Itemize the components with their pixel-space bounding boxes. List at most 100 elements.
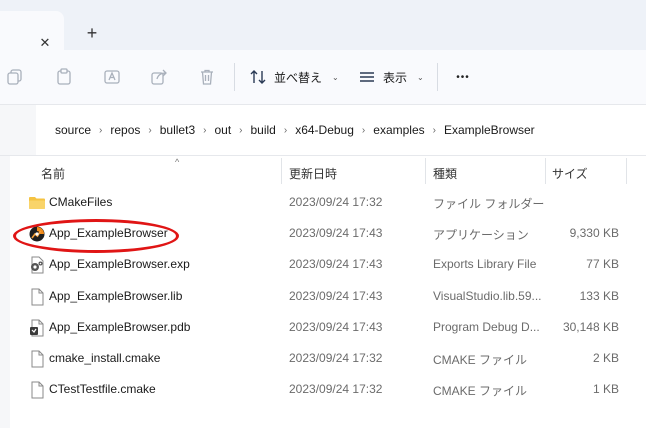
breadcrumb-item[interactable]: ExampleBrowser — [444, 123, 535, 137]
file-icon — [28, 350, 46, 368]
toolbar-divider — [437, 63, 438, 91]
column-header-name[interactable]: 名前 — [41, 165, 65, 182]
file-list: ^ 名前 更新日時 種類 サイズ CMakeFiles 2023/09/24 17… — [0, 156, 646, 428]
tab-strip: ✕ + — [0, 0, 646, 50]
column-header-row: ^ 名前 更新日時 種類 サイズ — [20, 156, 630, 186]
file-size: 2 KB — [592, 351, 619, 365]
file-date: 2023/09/24 17:43 — [289, 226, 383, 241]
file-icon — [28, 288, 46, 306]
file-date: 2023/09/24 17:43 — [289, 288, 383, 303]
sort-icon — [250, 70, 266, 84]
file-date: 2023/09/24 17:43 — [289, 257, 383, 272]
file-icon — [28, 381, 46, 399]
paste-button[interactable] — [53, 66, 75, 88]
active-tab[interactable]: ✕ — [0, 11, 64, 50]
rename-button[interactable] — [101, 66, 123, 88]
address-bar[interactable]: source › repos › bullet3 › out › build › x64-Debug… — [0, 104, 646, 156]
file-size: 30,148 KB — [562, 319, 619, 334]
file-size: 77 KB — [586, 257, 619, 272]
chevron-right-icon[interactable]: › — [433, 125, 436, 136]
file-size: 133 KB — [579, 288, 619, 303]
plus-icon: + — [86, 22, 98, 43]
column-divider[interactable] — [545, 158, 546, 184]
delete-button[interactable] — [196, 66, 218, 88]
breadcrumb: source › repos › bullet3 › out › build › x64-Debug… — [55, 123, 535, 137]
chevron-right-icon[interactable]: › — [239, 125, 242, 136]
file-date: 2023/09/24 17:32 — [289, 195, 383, 209]
rename-icon — [104, 70, 120, 84]
column-header-type[interactable]: 種類 — [433, 165, 457, 182]
toolbar-divider — [234, 63, 235, 91]
file-type: VisualStudio.lib.59... — [433, 288, 542, 303]
column-header-date[interactable]: 更新日時 — [289, 165, 337, 182]
file-size: 9,330 KB — [569, 226, 619, 241]
file-date: 2023/09/24 17:43 — [289, 319, 383, 334]
column-header-size[interactable]: サイズ — [552, 165, 588, 182]
file-type: CMAKE ファイル — [433, 353, 528, 367]
chevron-right-icon[interactable]: › — [99, 125, 102, 136]
file-row[interactable]: cmake_install.cmake 2023/09/24 17:32 CMAKE… — [20, 343, 625, 374]
sort-label: 並べ替え — [274, 70, 323, 85]
breadcrumb-item[interactable]: examples — [373, 123, 424, 137]
breadcrumb-item[interactable]: x64-Debug — [295, 123, 354, 137]
chevron-right-icon[interactable]: › — [362, 125, 365, 136]
chevron-down-icon: ⌄ — [417, 72, 424, 82]
file-name: App_ExampleBrowser — [49, 226, 168, 241]
column-divider[interactable] — [281, 158, 282, 184]
close-icon: ✕ — [39, 35, 51, 50]
file-row[interactable]: CTestTestfile.cmake 2023/09/24 17:32 CMAKE… — [20, 374, 625, 405]
folder-icon — [28, 194, 46, 212]
file-type: Exports Library File — [433, 257, 537, 272]
trash-icon — [201, 69, 213, 85]
new-tab-button[interactable]: + — [82, 23, 102, 43]
navigation-pane-edge — [0, 156, 10, 428]
command-bar: 並べ替え ⌄ 表示 ⌄ ••• — [0, 50, 646, 104]
file-name: cmake_install.cmake — [49, 351, 161, 365]
chevron-right-icon[interactable]: › — [148, 125, 151, 136]
chevron-right-icon[interactable]: › — [284, 125, 287, 136]
view-button[interactable]: 表示 ⌄ — [358, 63, 424, 91]
breadcrumb-item[interactable]: out — [214, 123, 231, 137]
file-row[interactable]: App_ExampleBrowser 2023/09/24 17:43 アプリケーシ… — [20, 218, 625, 249]
file-row[interactable]: App_ExampleBrowser.exp 2023/09/24 17:43 Ex… — [20, 249, 625, 280]
more-options-button[interactable]: ••• — [452, 66, 474, 88]
file-date: 2023/09/24 17:32 — [289, 351, 383, 365]
copy-icon — [7, 69, 22, 85]
file-type: CMAKE ファイル — [433, 384, 528, 399]
breadcrumb-item[interactable]: bullet3 — [160, 123, 195, 137]
breadcrumb-item[interactable]: source — [55, 123, 91, 137]
file-name: App_ExampleBrowser.lib — [49, 288, 183, 303]
file-name: CTestTestfile.cmake — [49, 382, 156, 397]
more-icon: ••• — [456, 71, 470, 83]
paste-icon — [57, 68, 71, 85]
file-type: ファイル フォルダー — [433, 197, 545, 211]
file-name: App_ExampleBrowser.exp — [49, 257, 190, 272]
file-row[interactable]: App_ExampleBrowser.lib 2023/09/24 17:43 Vi… — [20, 281, 625, 312]
app-icon — [28, 225, 46, 243]
column-divider[interactable] — [626, 158, 627, 184]
pdb-file-icon — [28, 319, 46, 337]
share-button[interactable] — [148, 66, 170, 88]
file-type: Program Debug D... — [433, 319, 540, 334]
file-name: App_ExampleBrowser.pdb — [49, 319, 191, 334]
chevron-down-icon: ⌄ — [332, 72, 339, 82]
file-type: アプリケーション — [433, 228, 529, 243]
file-size: 1 KB — [592, 382, 619, 397]
gear-file-icon — [28, 256, 46, 274]
breadcrumb-item[interactable]: build — [251, 123, 276, 137]
column-divider[interactable] — [425, 158, 426, 184]
file-row[interactable]: CMakeFiles 2023/09/24 17:32 ファイル フォルダー — [20, 187, 625, 218]
address-bar-left-pane — [0, 105, 36, 155]
file-explorer-window: ✕ + 並べ替え ⌄ 表示 ⌄ ••• source › repos › bul… — [0, 0, 646, 428]
breadcrumb-item[interactable]: repos — [110, 123, 140, 137]
chevron-right-icon[interactable]: › — [203, 125, 206, 136]
file-date: 2023/09/24 17:32 — [289, 382, 383, 397]
view-icon — [360, 72, 374, 82]
file-row[interactable]: App_ExampleBrowser.pdb 2023/09/24 17:43 Pr… — [20, 312, 625, 343]
file-name: CMakeFiles — [49, 195, 113, 209]
sort-ascending-icon: ^ — [175, 157, 180, 167]
copy-button[interactable] — [4, 66, 26, 88]
sort-button[interactable]: 並べ替え ⌄ — [249, 63, 339, 91]
share-icon — [151, 69, 167, 85]
view-label: 表示 — [383, 70, 408, 85]
